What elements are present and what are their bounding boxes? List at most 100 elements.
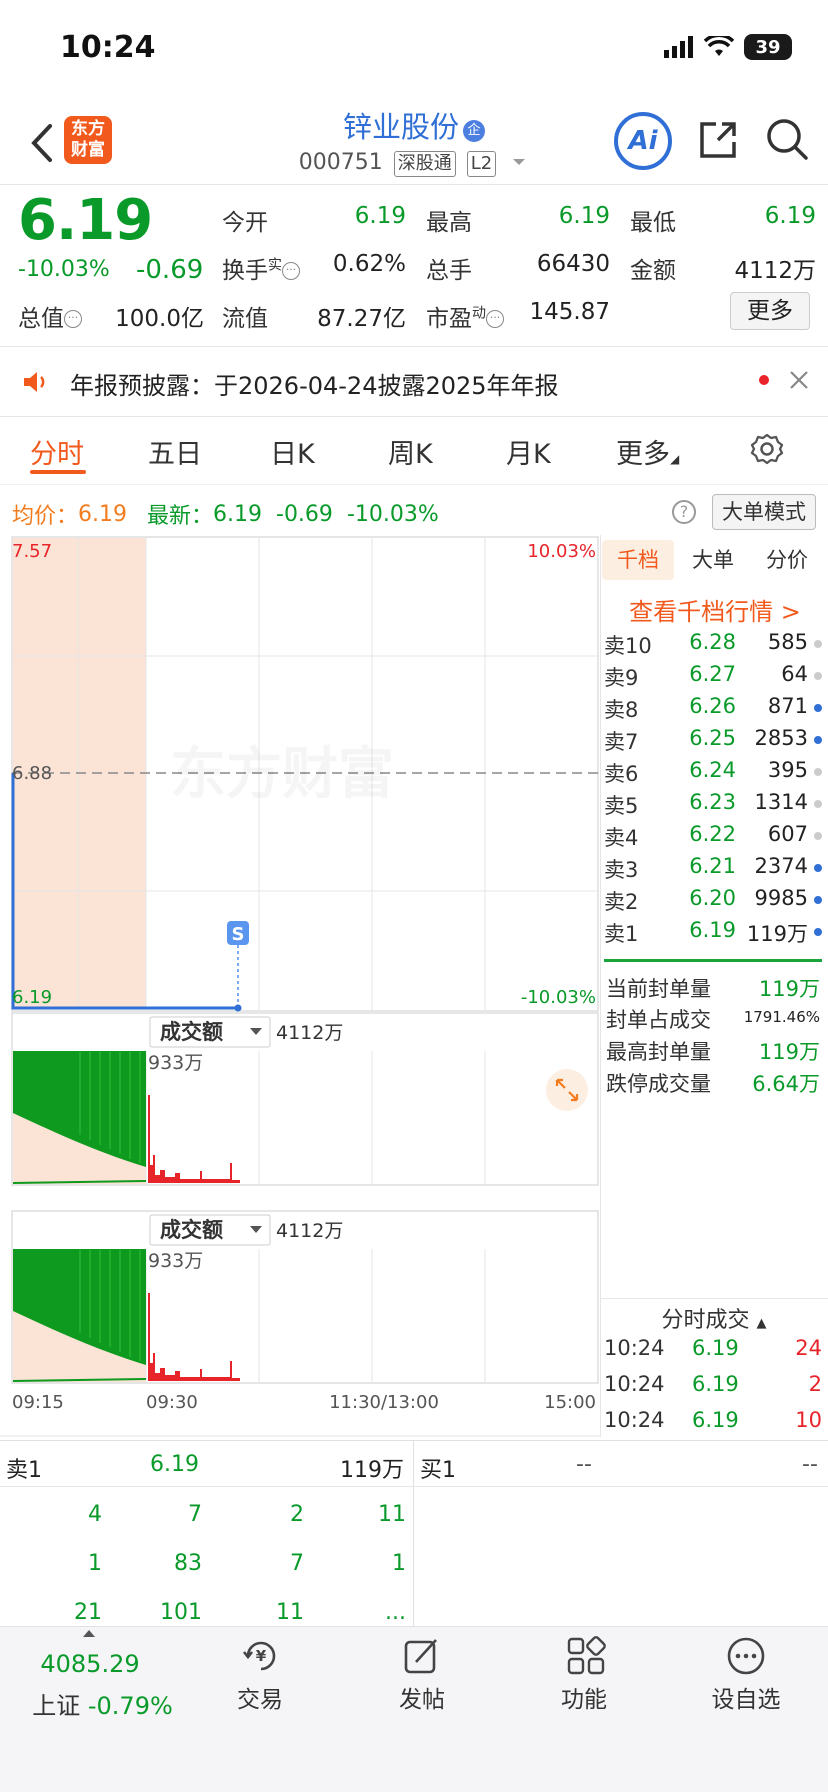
tab-big-order[interactable]: 大单 bbox=[678, 540, 748, 580]
post-icon[interactable] bbox=[402, 1636, 442, 1676]
order-dot-icon bbox=[814, 800, 822, 808]
nav-add-watchlist[interactable]: 设自选 bbox=[686, 1680, 806, 1714]
latest-change: -0.69 bbox=[276, 501, 333, 527]
sell1-label: 卖1 bbox=[6, 1458, 42, 1483]
search-icon[interactable] bbox=[764, 116, 810, 162]
pe-label[interactable]: 市盈动 ··· bbox=[426, 299, 504, 333]
price-axis-bottom: 6.19 bbox=[12, 987, 52, 1008]
quote-divider bbox=[0, 346, 828, 347]
order-dot-icon bbox=[814, 768, 822, 776]
dropdown-icon[interactable] bbox=[509, 155, 529, 169]
nav-functions[interactable]: 功能 bbox=[524, 1680, 644, 1714]
tab-monthly-k[interactable]: 月K bbox=[506, 432, 551, 471]
volume-total-2: 4112万 bbox=[276, 1220, 343, 1242]
ask-row: 卖3 6.21 2374 bbox=[604, 854, 822, 886]
price-info-line: 均价： 6.19 最新： 6.19 -0.69 -10.03% bbox=[12, 501, 439, 530]
total-cap-label[interactable]: 总值 ··· bbox=[18, 299, 82, 333]
tab-divider bbox=[0, 484, 828, 485]
order-dot-icon bbox=[814, 896, 822, 904]
nav-trade[interactable]: 交易 bbox=[200, 1680, 320, 1714]
float-cap-label: 流值 bbox=[222, 306, 268, 332]
battery-icon: 39 bbox=[744, 34, 792, 60]
open-label: 今开 bbox=[222, 210, 268, 236]
help-icon[interactable]: ? bbox=[672, 500, 696, 524]
tab-more[interactable]: 更多◢ bbox=[616, 432, 679, 471]
right-panel-tabs: 千档 大单 分价 bbox=[602, 540, 822, 582]
x-tick-0915: 09:15 bbox=[12, 1392, 64, 1413]
header-divider bbox=[0, 184, 828, 185]
marker-badge-label: S bbox=[232, 924, 245, 945]
nav-post[interactable]: 发帖 bbox=[362, 1680, 482, 1714]
latest-price: 6.19 bbox=[213, 501, 262, 527]
price-axis-top: 7.57 bbox=[12, 541, 52, 562]
sell1-volume: 119万 bbox=[340, 1458, 404, 1483]
close-icon[interactable] bbox=[788, 369, 810, 391]
x-tick-1500: 15:00 bbox=[544, 1392, 596, 1413]
pct-axis-bottom: -10.03% bbox=[521, 987, 596, 1008]
stock-code: 000751 bbox=[298, 150, 383, 175]
index-value[interactable]: 4085.29 bbox=[0, 1650, 180, 1678]
low-value: 6.19 bbox=[764, 203, 816, 229]
tick-trades-title[interactable]: 分时成交 ▲ bbox=[600, 1302, 828, 1334]
watermark: 东方财富 bbox=[170, 742, 394, 807]
tab-five-day[interactable]: 五日 bbox=[148, 432, 202, 471]
x-tick-1130: 11:30/13:00 bbox=[329, 1392, 439, 1413]
total-cap-value: 100.0亿 bbox=[115, 306, 204, 332]
wifi-icon bbox=[704, 36, 734, 56]
x-tick-0930: 09:30 bbox=[146, 1392, 198, 1413]
price-axis-mid: 6.88 bbox=[12, 763, 52, 784]
order-dot-icon bbox=[814, 640, 822, 648]
tab-fenshi[interactable]: 分时 bbox=[30, 432, 84, 471]
volume-selector-1-label: 成交额 bbox=[160, 1020, 223, 1044]
more-button[interactable]: 更多 bbox=[730, 292, 810, 330]
tab-daily-k[interactable]: 日K bbox=[270, 432, 315, 471]
turnover-label[interactable]: 换手实 ··· bbox=[222, 251, 300, 285]
buy1-price: -- bbox=[576, 1452, 592, 1477]
announce-divider bbox=[0, 416, 828, 417]
order-dot-icon bbox=[814, 864, 822, 872]
l2-tag: L2 bbox=[466, 151, 497, 177]
limit-down-separator bbox=[604, 959, 822, 962]
tab-qiandang[interactable]: 千档 bbox=[602, 540, 674, 580]
ask-row: 卖8 6.26 871 bbox=[604, 694, 822, 726]
avg-price: 6.19 bbox=[78, 501, 127, 527]
qiandang-link[interactable]: 查看千档行情 > bbox=[602, 592, 828, 627]
low-label: 最低 bbox=[630, 210, 676, 236]
open-value: 6.19 bbox=[354, 203, 406, 229]
tab-price-dist[interactable]: 分价 bbox=[752, 540, 822, 580]
float-cap-value: 87.27亿 bbox=[317, 306, 406, 332]
caret-up-icon[interactable] bbox=[82, 1628, 96, 1638]
share-icon[interactable] bbox=[696, 118, 740, 162]
add-watchlist-icon[interactable] bbox=[726, 1636, 766, 1676]
ai-button[interactable]: Ai bbox=[614, 112, 672, 170]
order-dot-icon bbox=[814, 928, 822, 936]
change-pct: -10.03% bbox=[18, 257, 110, 282]
index-summary[interactable]: 上证 -0.79% bbox=[0, 1686, 205, 1721]
change-value: -0.69 bbox=[136, 255, 204, 285]
volume-selector-2-label: 成交额 bbox=[160, 1218, 223, 1242]
amount-value: 4112万 bbox=[734, 258, 816, 284]
functions-icon[interactable] bbox=[566, 1636, 606, 1676]
gear-icon[interactable] bbox=[750, 432, 784, 466]
order-dot-icon bbox=[814, 672, 822, 680]
pe-value: 145.87 bbox=[529, 299, 610, 325]
trade-icon[interactable]: ¥ bbox=[238, 1636, 284, 1676]
ask-row: 卖1 6.19 119万 bbox=[604, 918, 822, 950]
expand-button[interactable] bbox=[546, 1069, 588, 1111]
ask-row: 卖9 6.27 64 bbox=[604, 662, 822, 694]
big-order-mode-button[interactable]: 大单模式 bbox=[712, 494, 816, 530]
order-dot-icon bbox=[814, 832, 822, 840]
trade-volume-bars-2 bbox=[148, 1293, 240, 1381]
announcement-text[interactable]: 年报预披露：于2026-04-24披露2025年年报 bbox=[70, 366, 559, 401]
level1-row-divider bbox=[0, 1486, 828, 1487]
trade-volume-bars-1 bbox=[148, 1095, 240, 1183]
order-dot-icon bbox=[814, 736, 822, 744]
sell1-price: 6.19 bbox=[150, 1452, 199, 1477]
tab-active-underline bbox=[30, 470, 86, 474]
intraday-chart[interactable]: 东方财富 S 7.57 6.88 6.19 10.03% -10.03% 成交额… bbox=[0, 535, 600, 1437]
high-label: 最高 bbox=[426, 210, 472, 236]
current-price: 6.19 bbox=[18, 188, 153, 253]
latest-pct: -10.03% bbox=[346, 501, 439, 527]
qi-badge-icon: 企 bbox=[463, 120, 485, 142]
tab-weekly-k[interactable]: 周K bbox=[388, 432, 433, 471]
